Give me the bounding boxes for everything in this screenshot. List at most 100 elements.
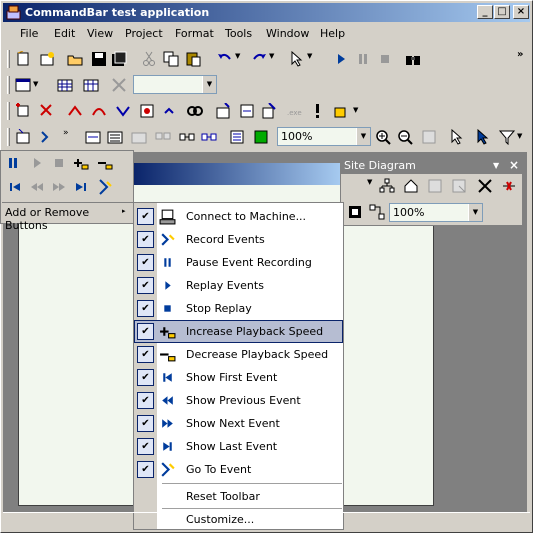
expand-icon[interactable] — [369, 204, 385, 220]
menu-edit[interactable]: Edit — [52, 27, 77, 40]
grid-icon[interactable] — [57, 77, 73, 93]
close-icon[interactable]: × — [509, 157, 519, 173]
increase-speed-icon[interactable] — [73, 155, 89, 171]
page-break-icon[interactable] — [253, 129, 269, 145]
previous-icon[interactable] — [29, 179, 45, 195]
goto-icon[interactable] — [97, 179, 113, 195]
macro-icon[interactable] — [39, 129, 55, 145]
diagram-icon[interactable] — [85, 129, 101, 145]
chevron-down-icon[interactable]: ▼ — [356, 128, 370, 145]
menu-item-replay[interactable]: ✔ Replay Events — [134, 274, 343, 297]
maximize-button[interactable]: □ — [494, 5, 510, 19]
reset-toolbar-item[interactable]: Reset Toolbar — [134, 485, 343, 508]
step-into-icon[interactable] — [67, 103, 83, 119]
menu-item-record[interactable]: ✔ Record Events — [134, 228, 343, 251]
group-icon[interactable] — [155, 129, 171, 145]
menu-format[interactable]: Format — [173, 27, 216, 40]
find-icon[interactable] — [405, 51, 421, 67]
form-dropdown-icon[interactable]: ▼ — [33, 80, 38, 88]
menu-item-stop[interactable]: ✔ Stop Replay — [134, 297, 343, 320]
next-icon[interactable] — [51, 179, 67, 195]
add-remove-buttons[interactable]: Add or Remove Buttons ▸ — [2, 202, 133, 232]
add-page-icon[interactable] — [347, 204, 363, 220]
delete-icon[interactable] — [477, 178, 493, 194]
close-button[interactable]: × — [513, 5, 529, 19]
toolbar-grip[interactable] — [7, 50, 10, 68]
copy-icon[interactable] — [163, 51, 179, 67]
stop-icon[interactable] — [377, 51, 393, 67]
site-diagram-title-bar[interactable]: Site Diagram ▼ × — [341, 158, 522, 174]
shape-dropdown-icon[interactable]: ▼ — [367, 178, 372, 186]
property-icon[interactable] — [239, 103, 255, 119]
step-over-icon[interactable] — [91, 103, 107, 119]
recorder-overflow-icon[interactable]: » — [63, 128, 69, 138]
zoom-fit-icon[interactable] — [421, 129, 437, 145]
list-view-icon[interactable] — [107, 129, 123, 145]
filter-icon[interactable] — [499, 129, 515, 145]
page-icon[interactable] — [427, 178, 443, 194]
watch-icon[interactable] — [163, 103, 179, 119]
stop-icon[interactable] — [51, 155, 67, 171]
link-icon[interactable] — [187, 103, 203, 119]
decrease-speed-icon[interactable] — [97, 155, 113, 171]
last-icon[interactable] — [73, 179, 89, 195]
new-item-icon[interactable] — [39, 51, 55, 67]
filter-dropdown-icon[interactable]: ▼ — [517, 132, 522, 140]
step-out-icon[interactable] — [115, 103, 131, 119]
layout-icon[interactable] — [131, 129, 147, 145]
chevron-down-icon[interactable]: ▼ — [202, 76, 216, 93]
save-icon[interactable] — [91, 51, 107, 67]
document-window-title[interactable] — [134, 163, 340, 185]
open-icon[interactable] — [67, 51, 83, 67]
run-icon[interactable] — [333, 51, 349, 67]
pointer-icon[interactable] — [289, 51, 305, 67]
menu-item-decrease-speed[interactable]: ✔ Decrease Playback Speed — [134, 343, 343, 366]
package-dropdown-icon[interactable]: ▼ — [353, 106, 358, 114]
menu-item-next[interactable]: ✔ Show Next Event — [134, 412, 343, 435]
checkin-icon[interactable] — [261, 103, 277, 119]
first-icon[interactable] — [7, 179, 23, 195]
home-page-icon[interactable] — [403, 178, 419, 194]
menu-tools[interactable]: Tools — [223, 27, 254, 40]
redo-icon[interactable] — [251, 51, 267, 67]
table-icon[interactable] — [83, 77, 99, 93]
site-zoom-combo[interactable]: 100% ▼ — [389, 203, 483, 222]
pause-icon[interactable] — [355, 51, 371, 67]
menu-help[interactable]: Help — [318, 27, 347, 40]
overflow-chevron-icon[interactable]: » — [517, 49, 523, 60]
select-icon[interactable] — [449, 129, 465, 145]
paste-icon[interactable] — [185, 51, 201, 67]
zoom-in-icon[interactable] — [375, 129, 391, 145]
menu-file[interactable]: File — [18, 27, 40, 40]
delete-watch-icon[interactable] — [39, 103, 55, 119]
toolbar-options-icon[interactable]: ▼ — [493, 158, 499, 174]
exclaim-icon[interactable] — [309, 103, 325, 119]
site-map-icon[interactable] — [379, 178, 395, 194]
pause-icon[interactable] — [5, 155, 21, 171]
menu-project[interactable]: Project — [123, 27, 165, 40]
undo-icon[interactable] — [217, 51, 233, 67]
menu-view[interactable]: View — [85, 27, 115, 40]
chevron-down-icon[interactable]: ▼ — [468, 204, 482, 221]
pan-icon[interactable] — [475, 129, 491, 145]
record-icon[interactable] — [15, 129, 31, 145]
zoom-combo[interactable]: 100% ▼ — [277, 127, 371, 146]
menu-item-increase-speed[interactable]: ✔ Increase Playback Speed — [134, 320, 343, 343]
menu-window[interactable]: Window — [264, 27, 311, 40]
breakpoint-icon[interactable] — [139, 103, 155, 119]
arrange-icon[interactable] — [229, 129, 245, 145]
child-page-icon[interactable] — [451, 178, 467, 194]
redo-dropdown-icon[interactable]: ▼ — [269, 52, 274, 60]
new-icon[interactable] — [15, 51, 31, 67]
play-icon[interactable] — [29, 155, 45, 171]
undo-dropdown-icon[interactable]: ▼ — [235, 52, 240, 60]
form-icon[interactable] — [15, 77, 31, 93]
zoom-out-icon[interactable] — [397, 129, 413, 145]
save-all-icon[interactable] — [111, 51, 127, 67]
menu-item-previous[interactable]: ✔ Show Previous Event — [134, 389, 343, 412]
align-icon[interactable] — [179, 129, 195, 145]
wizard-icon[interactable] — [215, 103, 231, 119]
minimize-button[interactable]: _ — [477, 5, 493, 19]
package-icon[interactable] — [333, 103, 349, 119]
menu-item-connect[interactable]: ✔ Connect to Machine... — [134, 205, 343, 228]
